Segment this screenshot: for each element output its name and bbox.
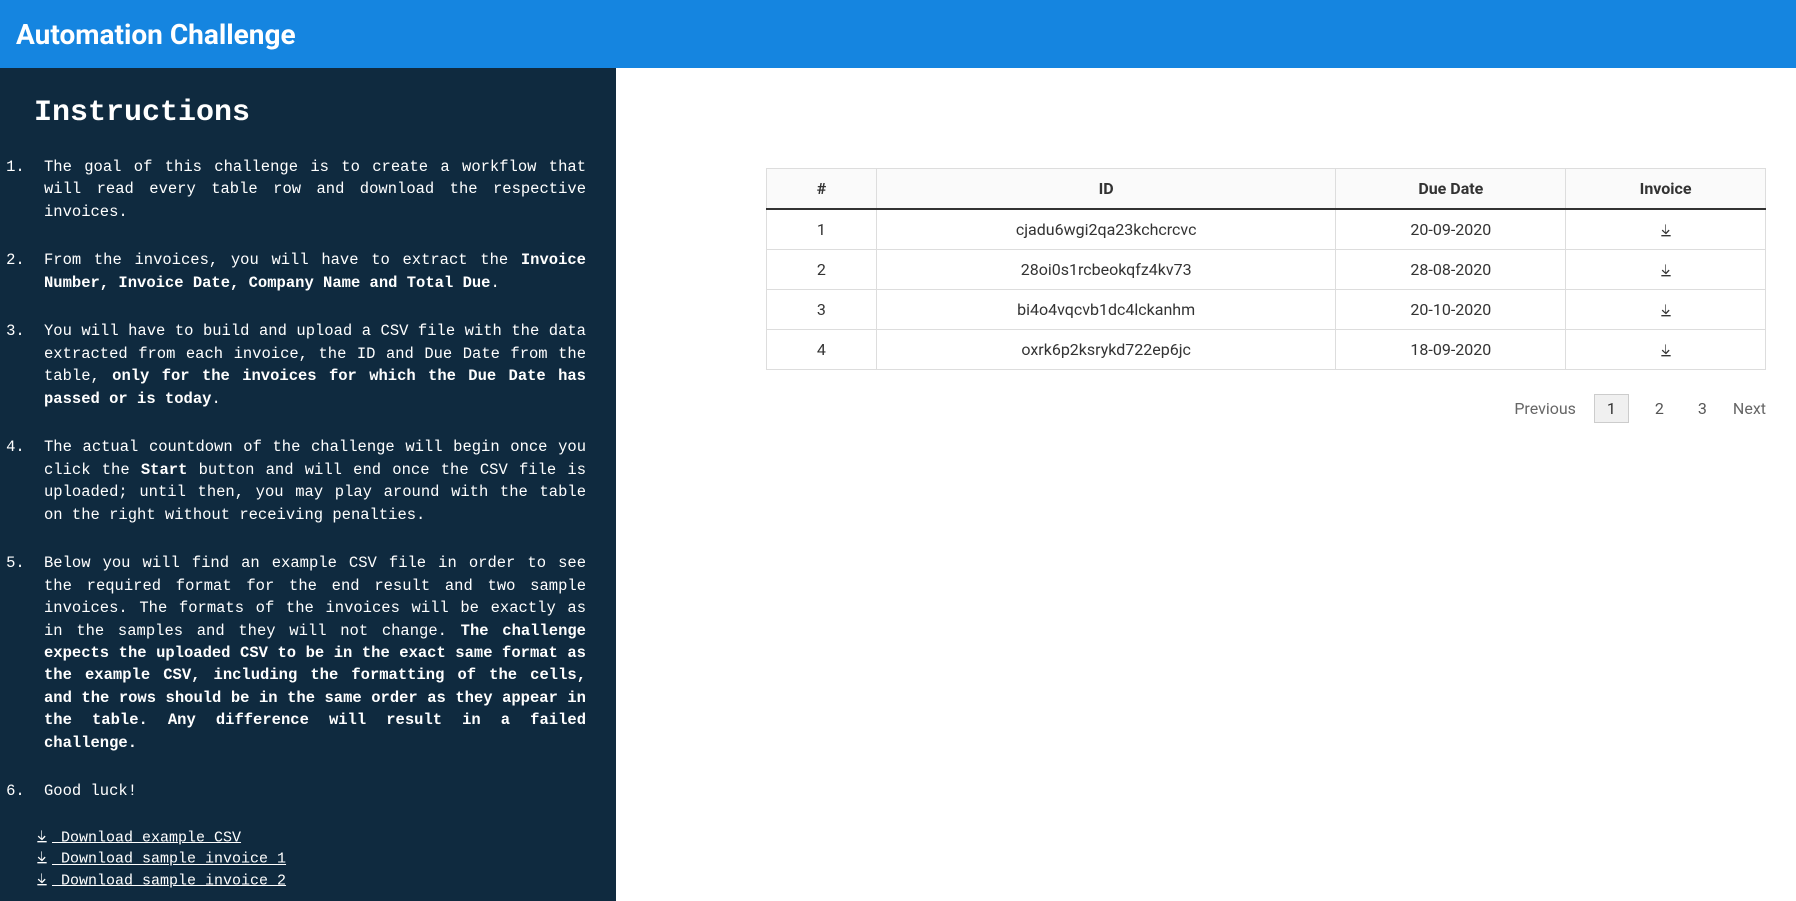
instruction-item-2: From the invoices, you will have to extr…	[34, 249, 586, 294]
cell-id: oxrk6p2ksrykd722ep6jc	[876, 330, 1336, 370]
download-icon	[1658, 340, 1674, 359]
instruction-text: From the invoices, you will have to extr…	[44, 251, 521, 269]
instruction-text: .	[211, 390, 220, 408]
app-header: Automation Challenge	[0, 0, 1796, 68]
col-header-invoice: Invoice	[1566, 169, 1766, 210]
download-icon	[1658, 220, 1674, 239]
download-link-label: Download sample invoice 1	[52, 851, 286, 868]
main-container: Instructions The goal of this challenge …	[0, 68, 1796, 901]
download-icon	[1658, 260, 1674, 279]
download-invoice-button[interactable]	[1566, 250, 1766, 290]
cell-due: 20-09-2020	[1336, 209, 1566, 250]
download-icon	[1658, 300, 1674, 319]
invoice-table: # ID Due Date Invoice 1 cjadu6wgi2qa23kc…	[766, 168, 1766, 370]
app-title: Automation Challenge	[16, 18, 296, 51]
instructions-list: The goal of this challenge is to create …	[12, 156, 586, 803]
pagination-previous[interactable]: Previous	[1514, 399, 1576, 418]
col-header-due: Due Date	[1336, 169, 1566, 210]
downloads-section: Download example CSV Download sample inv…	[34, 829, 586, 889]
cell-num: 4	[767, 330, 877, 370]
cell-id: bi4o4vqcvb1dc4lckanhm	[876, 290, 1336, 330]
download-icon	[34, 829, 50, 846]
cell-id: cjadu6wgi2qa23kchcrcvc	[876, 209, 1336, 250]
download-sample-invoice-1-link[interactable]: Download sample invoice 1	[34, 850, 586, 867]
instruction-item-4: The actual countdown of the challenge wi…	[34, 436, 586, 526]
instruction-item-3: You will have to build and upload a CSV …	[34, 320, 586, 410]
cell-due: 28-08-2020	[1336, 250, 1566, 290]
pagination-page-3[interactable]: 3	[1690, 395, 1715, 422]
download-invoice-button[interactable]	[1566, 290, 1766, 330]
instruction-text: Good luck!	[44, 782, 137, 800]
download-invoice-button[interactable]	[1566, 209, 1766, 250]
instruction-bold: only for the invoices for which the Due …	[44, 367, 586, 407]
instruction-item-5: Below you will find an example CSV file …	[34, 552, 586, 754]
download-link-label: Download example CSV	[52, 829, 241, 846]
cell-num: 2	[767, 250, 877, 290]
instruction-item-1: The goal of this challenge is to create …	[34, 156, 586, 223]
download-link-label: Download sample invoice 2	[52, 872, 286, 889]
content-area: # ID Due Date Invoice 1 cjadu6wgi2qa23kc…	[616, 68, 1796, 901]
download-icon	[34, 850, 50, 867]
instructions-sidebar: Instructions The goal of this challenge …	[0, 68, 616, 901]
cell-num: 1	[767, 209, 877, 250]
download-icon	[34, 872, 50, 889]
download-invoice-button[interactable]	[1566, 330, 1766, 370]
download-sample-invoice-2-link[interactable]: Download sample invoice 2	[34, 872, 586, 889]
table-row: 4 oxrk6p2ksrykd722ep6jc 18-09-2020	[767, 330, 1766, 370]
table-row: 3 bi4o4vqcvb1dc4lckanhm 20-10-2020	[767, 290, 1766, 330]
instruction-bold: Start	[141, 461, 188, 479]
cell-id: 28oi0s1rcbeokqfz4kv73	[876, 250, 1336, 290]
cell-num: 3	[767, 290, 877, 330]
pagination-page-2[interactable]: 2	[1647, 395, 1672, 422]
table-row: 2 28oi0s1rcbeokqfz4kv73 28-08-2020	[767, 250, 1766, 290]
instruction-bold: The challenge expects the uploaded CSV t…	[44, 622, 586, 752]
pagination-page-1[interactable]: 1	[1594, 394, 1629, 423]
instruction-text: The goal of this challenge is to create …	[44, 158, 586, 221]
cell-due: 20-10-2020	[1336, 290, 1566, 330]
table-header-row: # ID Due Date Invoice	[767, 169, 1766, 210]
pagination-next[interactable]: Next	[1733, 399, 1766, 418]
instruction-item-6: Good luck!	[34, 780, 586, 802]
table-row: 1 cjadu6wgi2qa23kchcrcvc 20-09-2020	[767, 209, 1766, 250]
cell-due: 18-09-2020	[1336, 330, 1566, 370]
instruction-text: .	[490, 274, 499, 292]
instructions-heading: Instructions	[34, 96, 586, 130]
download-example-csv-link[interactable]: Download example CSV	[34, 829, 586, 846]
col-header-num: #	[767, 169, 877, 210]
col-header-id: ID	[876, 169, 1336, 210]
pagination: Previous 1 2 3 Next	[766, 394, 1766, 423]
